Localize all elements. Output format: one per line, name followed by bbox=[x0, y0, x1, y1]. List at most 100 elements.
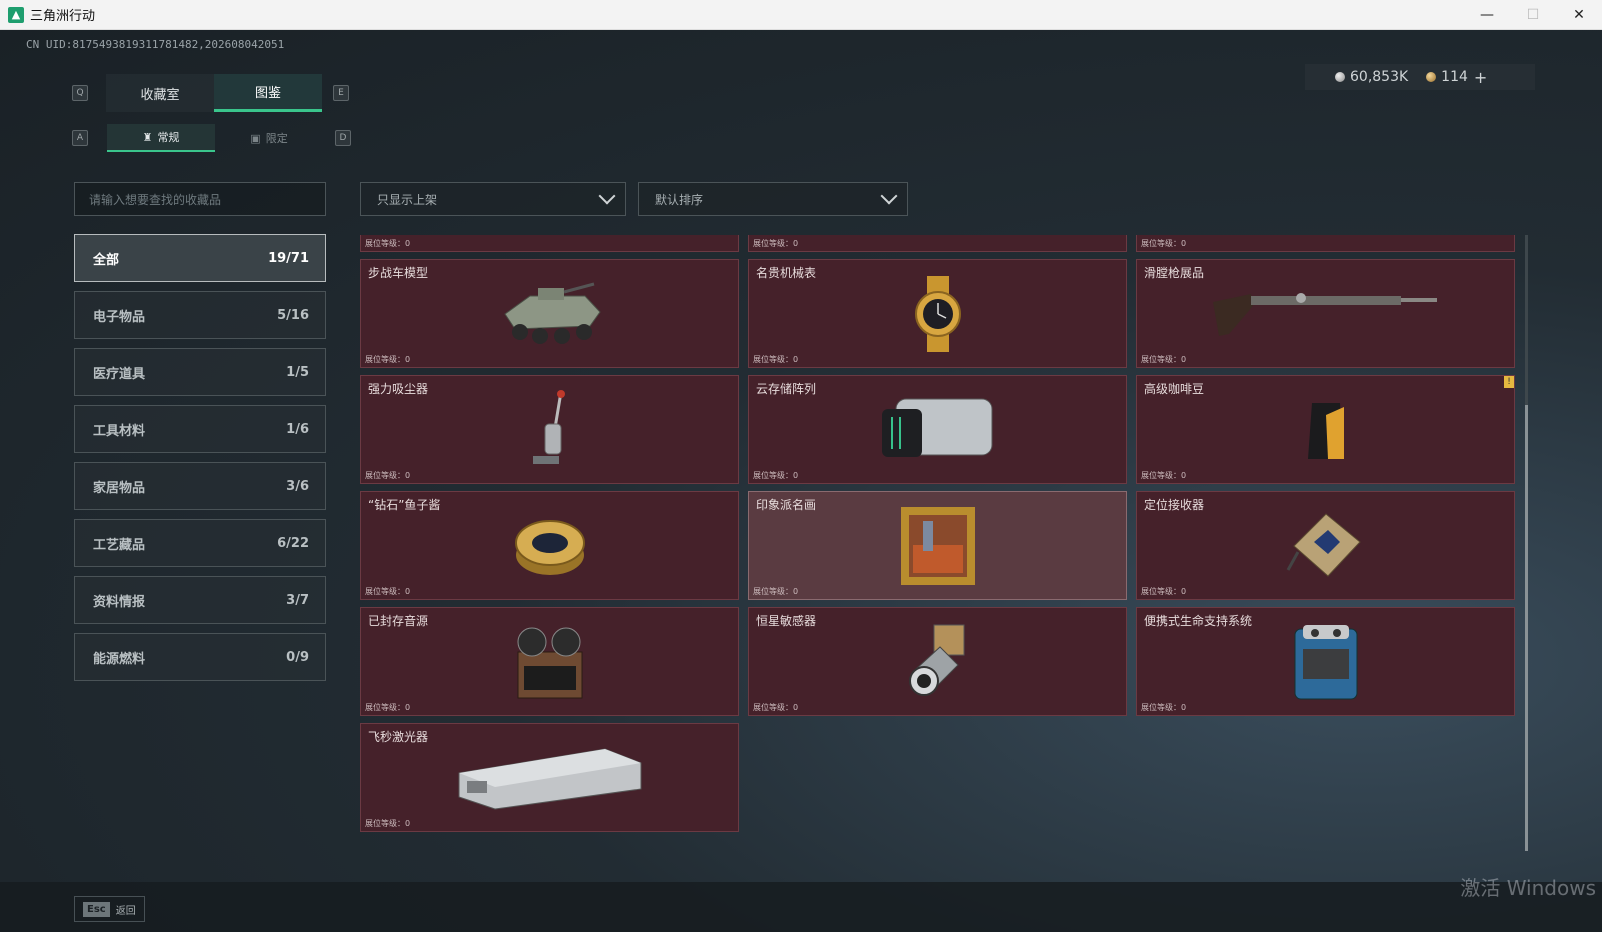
gold-currency[interactable]: 114 + bbox=[1426, 68, 1487, 87]
watch-icon bbox=[914, 275, 961, 352]
caviar-tin-icon bbox=[514, 519, 585, 575]
search-input[interactable]: 请输入想要查找的收藏品 bbox=[74, 182, 326, 216]
card-level: 展位等级：0 bbox=[365, 239, 411, 248]
key-hint-d: D bbox=[335, 130, 351, 146]
category-household[interactable]: 家居物品 3/6 bbox=[74, 462, 326, 510]
category-label: 医疗道具 bbox=[93, 366, 146, 382]
category-count: 0/9 bbox=[286, 649, 309, 665]
card-level: 展位等级：0 bbox=[1141, 355, 1187, 364]
collection-card-sealed-audio[interactable]: 已封存音源 展位等级：0 bbox=[360, 607, 739, 716]
card-name: 定位接收器 bbox=[1144, 498, 1205, 512]
chevron-down-icon bbox=[880, 187, 898, 205]
tab-collection-room[interactable]: 收藏室 bbox=[106, 74, 214, 112]
category-list: 全部 19/71 电子物品 5/16 医疗道具 1/5 工具材料 1/6 家居物… bbox=[74, 234, 326, 690]
painting-icon bbox=[900, 506, 975, 585]
game-viewport: CN UID:8175493819311781482,202608042051 … bbox=[0, 30, 1602, 932]
gold-coin-icon bbox=[1426, 72, 1437, 82]
tab-limited[interactable]: ▣ 限定 bbox=[215, 124, 323, 152]
collection-card-musket[interactable]: 滑膛枪展品 展位等级：0 bbox=[1136, 259, 1515, 368]
category-label: 工艺藏品 bbox=[93, 537, 146, 553]
card-name: 步战车模型 bbox=[368, 266, 429, 280]
window-controls: — ☐ ✕ bbox=[1464, 0, 1602, 30]
category-electronics[interactable]: 电子物品 5/16 bbox=[74, 291, 326, 339]
key-hint-q: Q bbox=[72, 85, 88, 101]
category-label: 电子物品 bbox=[93, 309, 146, 325]
silver-coin-icon bbox=[1335, 72, 1345, 82]
category-label: 能源燃料 bbox=[93, 651, 146, 667]
app-logo-icon: ▲ bbox=[8, 6, 24, 23]
card-level: 展位等级：0 bbox=[365, 587, 411, 596]
card-level: 展位等级：0 bbox=[1141, 239, 1187, 248]
card-level: 展位等级：0 bbox=[753, 239, 799, 248]
collection-card-caviar[interactable]: “钻石”鱼子酱 展位等级：0 bbox=[360, 491, 739, 600]
category-count: 3/6 bbox=[286, 478, 309, 494]
add-currency-button[interactable]: + bbox=[1474, 68, 1487, 87]
card-level: 展位等级：0 bbox=[365, 703, 411, 712]
silver-currency: 60,853K bbox=[1335, 69, 1408, 85]
collection-card-locator-receiver[interactable]: 定位接收器 展位等级：0 bbox=[1136, 491, 1515, 600]
card-level: 展位等级：0 bbox=[753, 703, 799, 712]
category-medical[interactable]: 医疗道具 1/5 bbox=[74, 348, 326, 396]
category-tools[interactable]: 工具材料 1/6 bbox=[74, 405, 326, 453]
collection-card-painting[interactable]: 印象派名画 展位等级：0 bbox=[748, 491, 1127, 600]
card-name: 高级咖啡豆 bbox=[1144, 382, 1205, 396]
tab-catalog[interactable]: 图鉴 bbox=[214, 74, 322, 112]
maximize-button[interactable]: ☐ bbox=[1510, 0, 1556, 30]
card-name: 便携式生命支持系统 bbox=[1144, 614, 1253, 628]
category-all[interactable]: 全部 19/71 bbox=[74, 234, 326, 282]
close-button[interactable]: ✕ bbox=[1556, 0, 1602, 30]
collection-card-ifv-model[interactable]: 步战车模型 展位等级：0 bbox=[360, 259, 739, 368]
card-name: 名贵机械表 bbox=[756, 266, 817, 280]
player-uid: CN UID:8175493819311781482,202608042051 bbox=[26, 38, 285, 51]
tab-regular[interactable]: ♜ 常规 bbox=[107, 124, 215, 152]
category-crafts[interactable]: 工艺藏品 6/22 bbox=[74, 519, 326, 567]
key-hint-e: E bbox=[333, 85, 349, 101]
sort-dropdown[interactable]: 默认排序 bbox=[638, 182, 908, 216]
collection-card-femtosecond-laser[interactable]: 飞秒激光器 展位等级：0 bbox=[360, 723, 739, 832]
back-button[interactable]: Esc 返回 bbox=[74, 896, 145, 922]
collection-card-vacuum[interactable]: 强力吸尘器 展位等级：0 bbox=[360, 375, 739, 484]
collection-card-cloud-array[interactable]: 云存储阵列 展位等级：0 bbox=[748, 375, 1127, 484]
laser-device-icon bbox=[458, 747, 641, 810]
card-name: 强力吸尘器 bbox=[368, 382, 429, 396]
grid-scrollbar[interactable] bbox=[1525, 235, 1528, 851]
coffee-bag-icon bbox=[1307, 402, 1344, 459]
minimize-button[interactable]: — bbox=[1464, 0, 1510, 30]
gold-amount: 114 bbox=[1441, 69, 1468, 85]
shelf-filter-dropdown[interactable]: 只显示上架 bbox=[360, 182, 626, 216]
category-count: 19/71 bbox=[268, 250, 309, 266]
new-badge: ! bbox=[1504, 376, 1514, 388]
collection-card-star-sensor[interactable]: 恒星敏感器 展位等级：0 bbox=[748, 607, 1127, 716]
limited-icon: ▣ bbox=[250, 131, 261, 145]
server-array-icon bbox=[881, 398, 992, 457]
collection-card-coffee-beans[interactable]: 高级咖啡豆 ! 展位等级：0 bbox=[1136, 375, 1515, 484]
regular-icon: ♜ bbox=[142, 130, 153, 144]
collection-card-partial[interactable]: 展位等级：0 bbox=[748, 235, 1127, 252]
footer-bar: Esc 返回 bbox=[0, 882, 1602, 932]
card-name: 飞秒激光器 bbox=[368, 730, 429, 744]
collection-card-life-support[interactable]: 便携式生命支持系统 展位等级：0 bbox=[1136, 607, 1515, 716]
category-count: 1/6 bbox=[286, 421, 309, 437]
window-title: 三角洲行动 bbox=[30, 9, 96, 24]
life-support-icon bbox=[1294, 624, 1357, 699]
receiver-icon bbox=[1286, 512, 1361, 577]
collection-card-luxury-watch[interactable]: 名贵机械表 展位等级：0 bbox=[748, 259, 1127, 368]
scrollbar-thumb[interactable] bbox=[1525, 405, 1528, 851]
collection-card-partial[interactable]: 展位等级：0 bbox=[360, 235, 739, 252]
collection-grid: 展位等级：0 展位等级：0 展位等级：0 步战车模型 展位等级：0 名贵机械表 bbox=[360, 235, 1522, 851]
tab-regular-label: 常规 bbox=[157, 131, 180, 144]
window-titlebar: ▲ 三角洲行动 — ☐ ✕ bbox=[0, 0, 1602, 30]
card-name: 云存储阵列 bbox=[756, 382, 817, 396]
card-level: 展位等级：0 bbox=[365, 471, 411, 480]
category-label: 工具材料 bbox=[93, 423, 146, 439]
vacuum-icon bbox=[532, 389, 565, 464]
card-level: 展位等级：0 bbox=[753, 355, 799, 364]
collection-card-partial[interactable]: 展位等级：0 bbox=[1136, 235, 1515, 252]
shelf-filter-value: 只显示上架 bbox=[377, 192, 438, 207]
category-intel[interactable]: 资料情报 3/7 bbox=[74, 576, 326, 624]
silver-amount: 60,853K bbox=[1350, 69, 1409, 85]
back-label: 返回 bbox=[115, 905, 136, 917]
card-level: 展位等级：0 bbox=[753, 587, 799, 596]
category-energy[interactable]: 能源燃料 0/9 bbox=[74, 633, 326, 681]
card-level: 展位等级：0 bbox=[1141, 587, 1187, 596]
